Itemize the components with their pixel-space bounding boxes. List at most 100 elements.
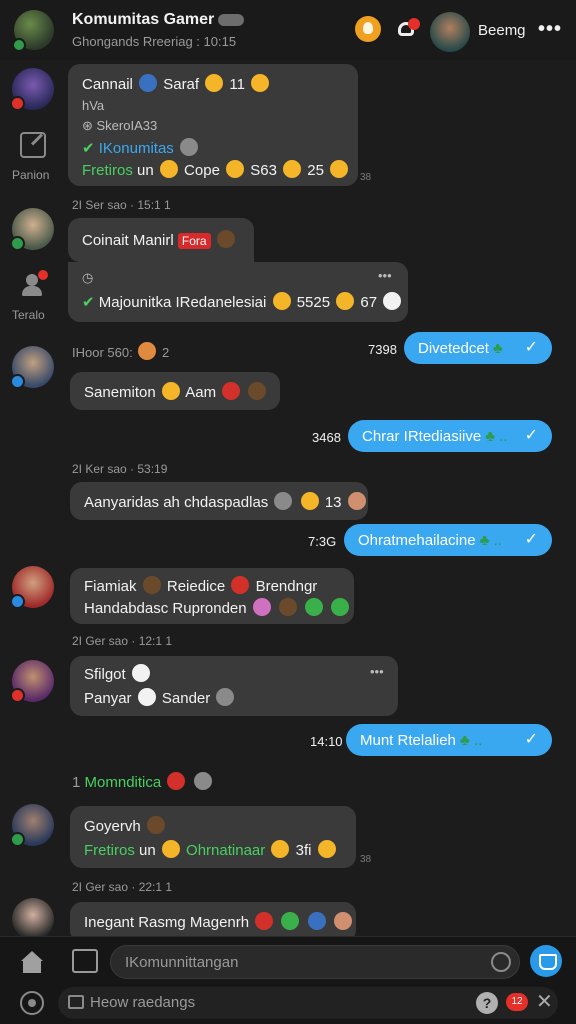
message-line: Fiamiak Reiedice Brendngr (84, 576, 318, 595)
message-time: 14:10 (310, 734, 343, 749)
user-name[interactable]: Beemg (478, 22, 526, 39)
badge-emoji-icon (137, 688, 156, 706)
status-badge (10, 374, 25, 389)
smile-emoji-icon (300, 492, 319, 510)
avatar[interactable] (10, 566, 54, 609)
keyboard-icon (68, 995, 84, 1009)
notifications-bell-icon[interactable] (396, 18, 420, 40)
outgoing-text: Divetedcet ♣ (418, 340, 503, 357)
message-bubble: Sfilgot ••• Panyar Sander (70, 656, 398, 716)
ring-emoji-icon (255, 912, 274, 930)
face-emoji-icon (347, 492, 366, 510)
clock-icon: ◷ (82, 270, 94, 285)
avatar[interactable] (12, 898, 54, 940)
heart-emoji-icon (231, 576, 250, 594)
rail-label-edit: Panion (12, 168, 50, 182)
message-bubble: Fiamiak Reiedice Brendngr Handabdasc Rup… (70, 568, 354, 624)
message-line: Aanyaridas ah chdaspadlas 13 (84, 492, 368, 511)
edit-icon[interactable] (20, 132, 46, 158)
message-input-placeholder: IKomunnittangan (125, 954, 239, 971)
people-alert-dot (38, 270, 48, 280)
leaf-emoji-icon (305, 598, 324, 616)
emoji-picker-icon[interactable] (491, 952, 511, 972)
status-badge (10, 832, 25, 847)
flag-emoji-icon (307, 912, 326, 930)
home-wall (23, 961, 41, 973)
notification-dot (408, 18, 420, 30)
message-meta: 2I Ger sao · 22:1 1 (72, 880, 173, 894)
read-check-icon: ✓ (524, 339, 538, 356)
message-bubble: Sanemiton Aam (70, 372, 280, 410)
outgoing-message: Ohratmehailacine ♣ .. ✓ (344, 524, 552, 556)
search-placeholder: Heow raedangs (90, 994, 196, 1011)
tree-emoji-icon (331, 598, 350, 616)
people-icon[interactable] (20, 270, 48, 298)
smile-emoji-icon (205, 74, 224, 92)
search-input[interactable]: Heow raedangs ? 12 ✕ (58, 987, 558, 1019)
message-line: ⊛ SkeroIA33 (82, 118, 158, 133)
face-emoji-icon (138, 342, 157, 360)
recycle-emoji-icon (281, 912, 300, 930)
sparkle-emoji-icon (216, 688, 235, 706)
message-more[interactable]: ••• (370, 664, 384, 679)
badge-emoji-icon (131, 664, 150, 682)
controller-icon (218, 13, 245, 26)
message-meta: 2I Ker sao · 53:19 (72, 462, 168, 476)
home-roof (21, 951, 43, 961)
notification-count-badge[interactable]: 12 (506, 993, 528, 1011)
message-more[interactable]: ••• (378, 268, 392, 283)
message-time: 7398 (368, 342, 397, 357)
message-line: Cannail Saraf 11 (82, 74, 271, 93)
message-line: Goyervh (84, 816, 167, 835)
message-bubble: Aanyaridas ah chdaspadlas 13 (70, 482, 368, 520)
send-button[interactable] (530, 945, 562, 977)
status-badge (10, 236, 25, 251)
chat-subtitle: Ghongands Rreeriag : 10:15 (72, 34, 237, 49)
user-avatar[interactable] (430, 12, 470, 52)
attach-icon[interactable] (72, 949, 98, 973)
close-icon[interactable]: ✕ (536, 989, 553, 1014)
avatar[interactable] (10, 346, 54, 389)
read-check-icon: ✓ (524, 731, 538, 748)
message-link[interactable]: ✔ IKonumitas (82, 138, 200, 157)
avatar[interactable] (10, 68, 54, 111)
message-bubble: ◷ ••• ✔ Majounitka IRedanelesiai 5525 67 (68, 262, 408, 322)
message-time: 7:3G (308, 534, 337, 549)
more-options-icon[interactable]: ••• (538, 18, 562, 41)
message-line: Coinait Manirl Fora (82, 230, 237, 249)
shield-emoji-icon (193, 772, 212, 790)
pineapple-emoji-icon (251, 74, 270, 92)
face-emoji-icon (333, 912, 352, 930)
message-line: Fretiros un Cope S63 25 (82, 160, 350, 179)
smile-emoji-icon (283, 160, 302, 178)
neutral-emoji-icon (274, 492, 293, 510)
avatar[interactable] (10, 660, 54, 703)
badge-emoji-icon (383, 292, 402, 310)
message-input[interactable]: IKomunnittangan (110, 945, 520, 979)
message-bubble: Goyervh Fretiros un Ohrnatinaar 3fi (70, 806, 356, 868)
chest-emoji-icon (167, 772, 186, 790)
help-icon[interactable]: ? (476, 992, 498, 1014)
message-line: Handabdasc Rupronden (84, 598, 351, 617)
message-time: 3468 (312, 430, 341, 445)
smile-emoji-icon (161, 382, 180, 400)
message-meta: 2I Ser sao · 15:1 1 (72, 198, 171, 212)
settings-icon[interactable] (20, 991, 44, 1015)
avatar[interactable] (10, 804, 54, 847)
read-check-icon: ✓ (524, 531, 538, 548)
outgoing-text: Ohratmehailacine ♣ .. (358, 532, 502, 549)
message-line: Fretiros un Ohrnatinaar 3fi (84, 840, 338, 859)
message-bubble: Coinait Manirl Fora (68, 218, 254, 262)
smile-emoji-icon (161, 840, 180, 858)
smile-emoji-icon (330, 160, 349, 178)
avatar[interactable] (10, 208, 54, 251)
home-icon[interactable] (20, 951, 44, 973)
chat-header: Komumitas Gamer Ghongands Rreeriag : 10:… (0, 0, 576, 60)
fire-icon[interactable] (355, 16, 381, 42)
chat-title-text: Komumitas Gamer (72, 11, 215, 28)
message-meta: IHoor 560: 2 (72, 342, 169, 360)
sword-emoji-icon (142, 576, 161, 594)
message-time: 38 (360, 854, 372, 865)
crossed-swords-emoji-icon (248, 382, 267, 400)
composer-bar: IKomunnittangan Heow raedangs ? 12 ✕ (0, 936, 576, 1024)
